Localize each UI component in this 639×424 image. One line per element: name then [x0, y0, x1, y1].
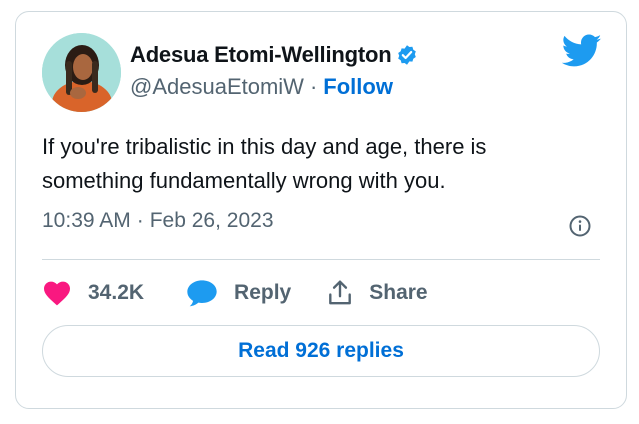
- tweet-date: Feb 26, 2023: [149, 209, 274, 232]
- reply-label: Reply: [234, 281, 292, 304]
- tweet-header: Adesua Etomi-Wellington @AdesuaEtomiW · …: [42, 32, 602, 114]
- separator-dot: ·: [309, 74, 318, 99]
- like-button[interactable]: 34.2K: [42, 280, 144, 306]
- author-info: Adesua Etomi-Wellington @AdesuaEtomiW · …: [130, 42, 418, 103]
- avatar[interactable]: [42, 33, 121, 112]
- twitter-bird-icon[interactable]: [561, 34, 602, 68]
- follow-button[interactable]: Follow: [323, 74, 393, 100]
- tweet-timestamp[interactable]: 10:39 AM · Feb 26, 2023: [42, 209, 274, 233]
- handle[interactable]: @AdesuaEtomiW: [130, 74, 304, 100]
- tweet-time: 10:39 AM: [42, 209, 131, 232]
- share-button[interactable]: Share: [327, 279, 428, 307]
- display-name[interactable]: Adesua Etomi-Wellington: [130, 42, 392, 68]
- handle-row: @AdesuaEtomiW · Follow: [130, 71, 418, 103]
- tweet-text-line-1: If you're tribalistic in this day and ag…: [42, 134, 487, 159]
- heart-icon: [42, 280, 72, 306]
- name-row: Adesua Etomi-Wellington: [130, 42, 418, 68]
- tweet-text: If you're tribalistic in this day and ag…: [42, 130, 582, 198]
- like-count: 34.2K: [88, 281, 145, 304]
- tweet-card: Adesua Etomi-Wellington @AdesuaEtomiW · …: [15, 11, 627, 409]
- reply-button[interactable]: Reply: [186, 279, 291, 307]
- read-replies-button[interactable]: Read 926 replies: [42, 325, 600, 377]
- share-label: Share: [369, 281, 428, 304]
- share-upload-icon: [327, 279, 353, 307]
- speech-bubble-icon: [186, 279, 218, 307]
- action-bar: 34.2K Reply Share: [42, 276, 428, 310]
- divider: [42, 259, 600, 260]
- tweet-text-line-2: something fundamentally wrong with you.: [42, 168, 446, 193]
- info-icon[interactable]: [568, 214, 592, 238]
- separator-dot: ·: [136, 209, 144, 232]
- verified-badge-icon: [396, 44, 418, 66]
